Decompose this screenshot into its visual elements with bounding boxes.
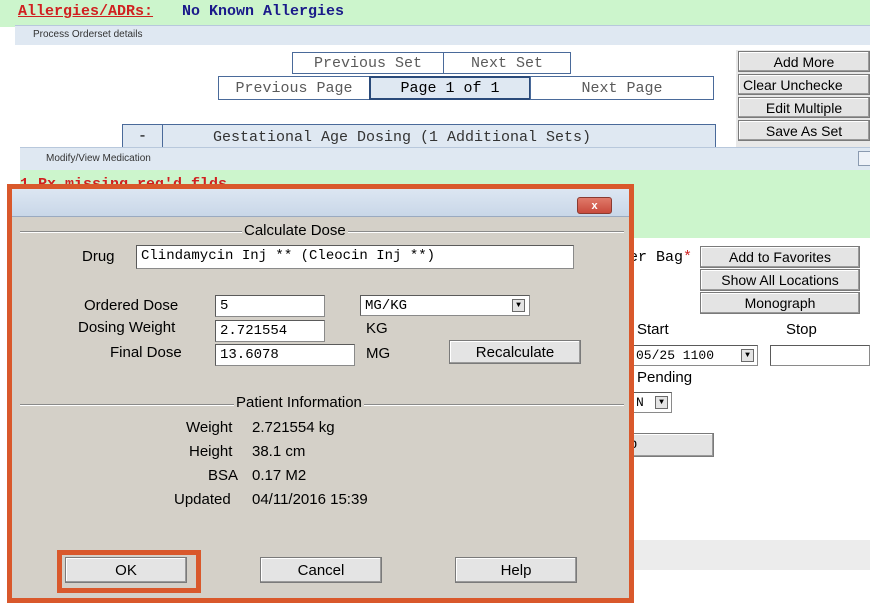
allergies-label: Allergies/ADRs: xyxy=(18,3,154,20)
orderset-window-title: Process Orderset details xyxy=(33,29,143,40)
set-row-title: Gestational Age Dosing (1 Additional Set… xyxy=(213,129,592,146)
page-indicator: Page 1 of 1 xyxy=(369,76,531,100)
set-row: - Gestational Age Dosing (1 Additional S… xyxy=(122,124,716,148)
add-to-favorites-button[interactable]: Add to Favorites xyxy=(700,246,860,268)
next-page-button[interactable]: Next Page xyxy=(530,76,714,100)
edit-multiple-button[interactable]: Edit Multiple xyxy=(738,97,870,118)
allergies-value: No Known Allergies xyxy=(182,3,345,20)
show-all-locations-button[interactable]: Show All Locations xyxy=(700,269,860,291)
orderset-window-titlebar: Process Orderset details xyxy=(15,25,870,45)
next-set-button[interactable]: Next Set xyxy=(443,52,571,74)
chevron-down-icon[interactable]: ▼ xyxy=(741,349,754,362)
medication-window-title: Modify/View Medication xyxy=(46,153,151,164)
pending-label: Pending xyxy=(637,369,693,386)
collapse-set-button[interactable]: - xyxy=(123,125,163,147)
add-more-button[interactable]: Add More xyxy=(738,51,870,72)
chevron-down-icon[interactable]: ▼ xyxy=(655,396,668,409)
pending-select[interactable]: N ▼ xyxy=(632,392,672,413)
stop-datetime-field[interactable] xyxy=(770,345,870,366)
previous-set-button[interactable]: Previous Set xyxy=(292,52,444,74)
medication-window-control-icon[interactable] xyxy=(858,151,870,166)
start-datetime-field[interactable]: 05/25 1100 ▼ xyxy=(632,345,758,366)
stop-label: Stop xyxy=(786,321,817,338)
allergies-bar: Allergies/ADRs: No Known Allergies xyxy=(0,0,870,27)
previous-page-button[interactable]: Previous Page xyxy=(218,76,370,100)
monograph-button[interactable]: Monograph xyxy=(700,292,860,314)
start-label: Start xyxy=(637,321,669,338)
save-as-set-button[interactable]: Save As Set xyxy=(738,120,870,141)
medication-window-titlebar: Modify/View Medication xyxy=(20,147,870,170)
dialog-highlight-box xyxy=(7,184,634,603)
clear-unchecked-button[interactable]: Clear Unchecke xyxy=(738,74,870,95)
ok-highlight-box xyxy=(57,550,201,593)
